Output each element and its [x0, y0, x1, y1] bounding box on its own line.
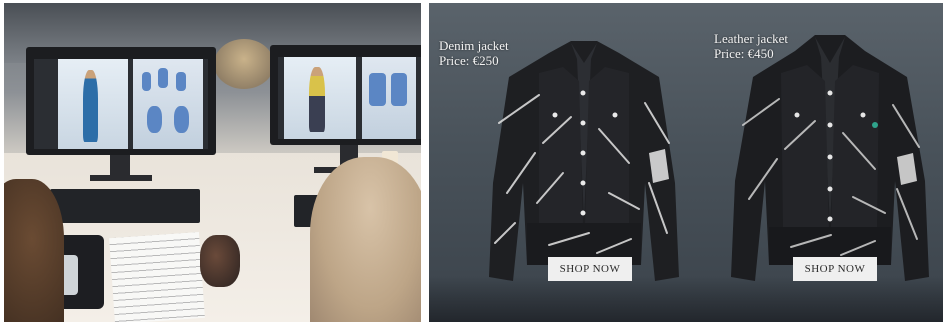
dress-avatar — [82, 69, 98, 142]
monitor-left-stand — [110, 155, 130, 177]
pattern-piece — [147, 105, 163, 133]
pattern-viewport — [133, 59, 203, 149]
pattern-piece — [173, 105, 189, 133]
avatar-viewport — [58, 59, 128, 149]
shop-now-leather-button[interactable]: SHOP NOW — [793, 257, 877, 281]
seated-person-right — [310, 157, 421, 322]
denim-jacket-image[interactable] — [479, 33, 689, 285]
monitor-right-screen — [278, 57, 421, 139]
monitor-left-screen — [34, 59, 208, 149]
pattern-viewport — [361, 57, 417, 139]
pattern-piece — [158, 68, 168, 88]
design-studio-photo — [4, 3, 421, 322]
background-person — [214, 39, 274, 89]
avatar-viewport — [283, 57, 356, 139]
pattern-piece — [391, 73, 408, 107]
jacket-shape — [489, 41, 679, 281]
printed-sheet — [109, 231, 205, 322]
pattern-piece — [369, 73, 386, 107]
floor-reflection — [429, 276, 943, 322]
monitor-left-base — [90, 175, 152, 181]
jacket-avatar — [308, 66, 325, 133]
jacket-shape — [731, 35, 929, 281]
monitor-right — [270, 45, 421, 145]
leather-jacket-image[interactable] — [725, 29, 935, 284]
pattern-piece — [141, 71, 152, 92]
hand-on-mouse — [200, 235, 240, 287]
seated-person-left — [4, 179, 64, 322]
composite-image: Denim jacket Price: €250 Leather jacket … — [0, 0, 946, 325]
keyboard-left — [50, 189, 200, 223]
shop-now-denim-button[interactable]: SHOP NOW — [548, 257, 632, 281]
virtual-shop-display: Denim jacket Price: €250 Leather jacket … — [429, 3, 943, 322]
pattern-piece — [176, 71, 187, 92]
monitor-left — [26, 47, 216, 155]
